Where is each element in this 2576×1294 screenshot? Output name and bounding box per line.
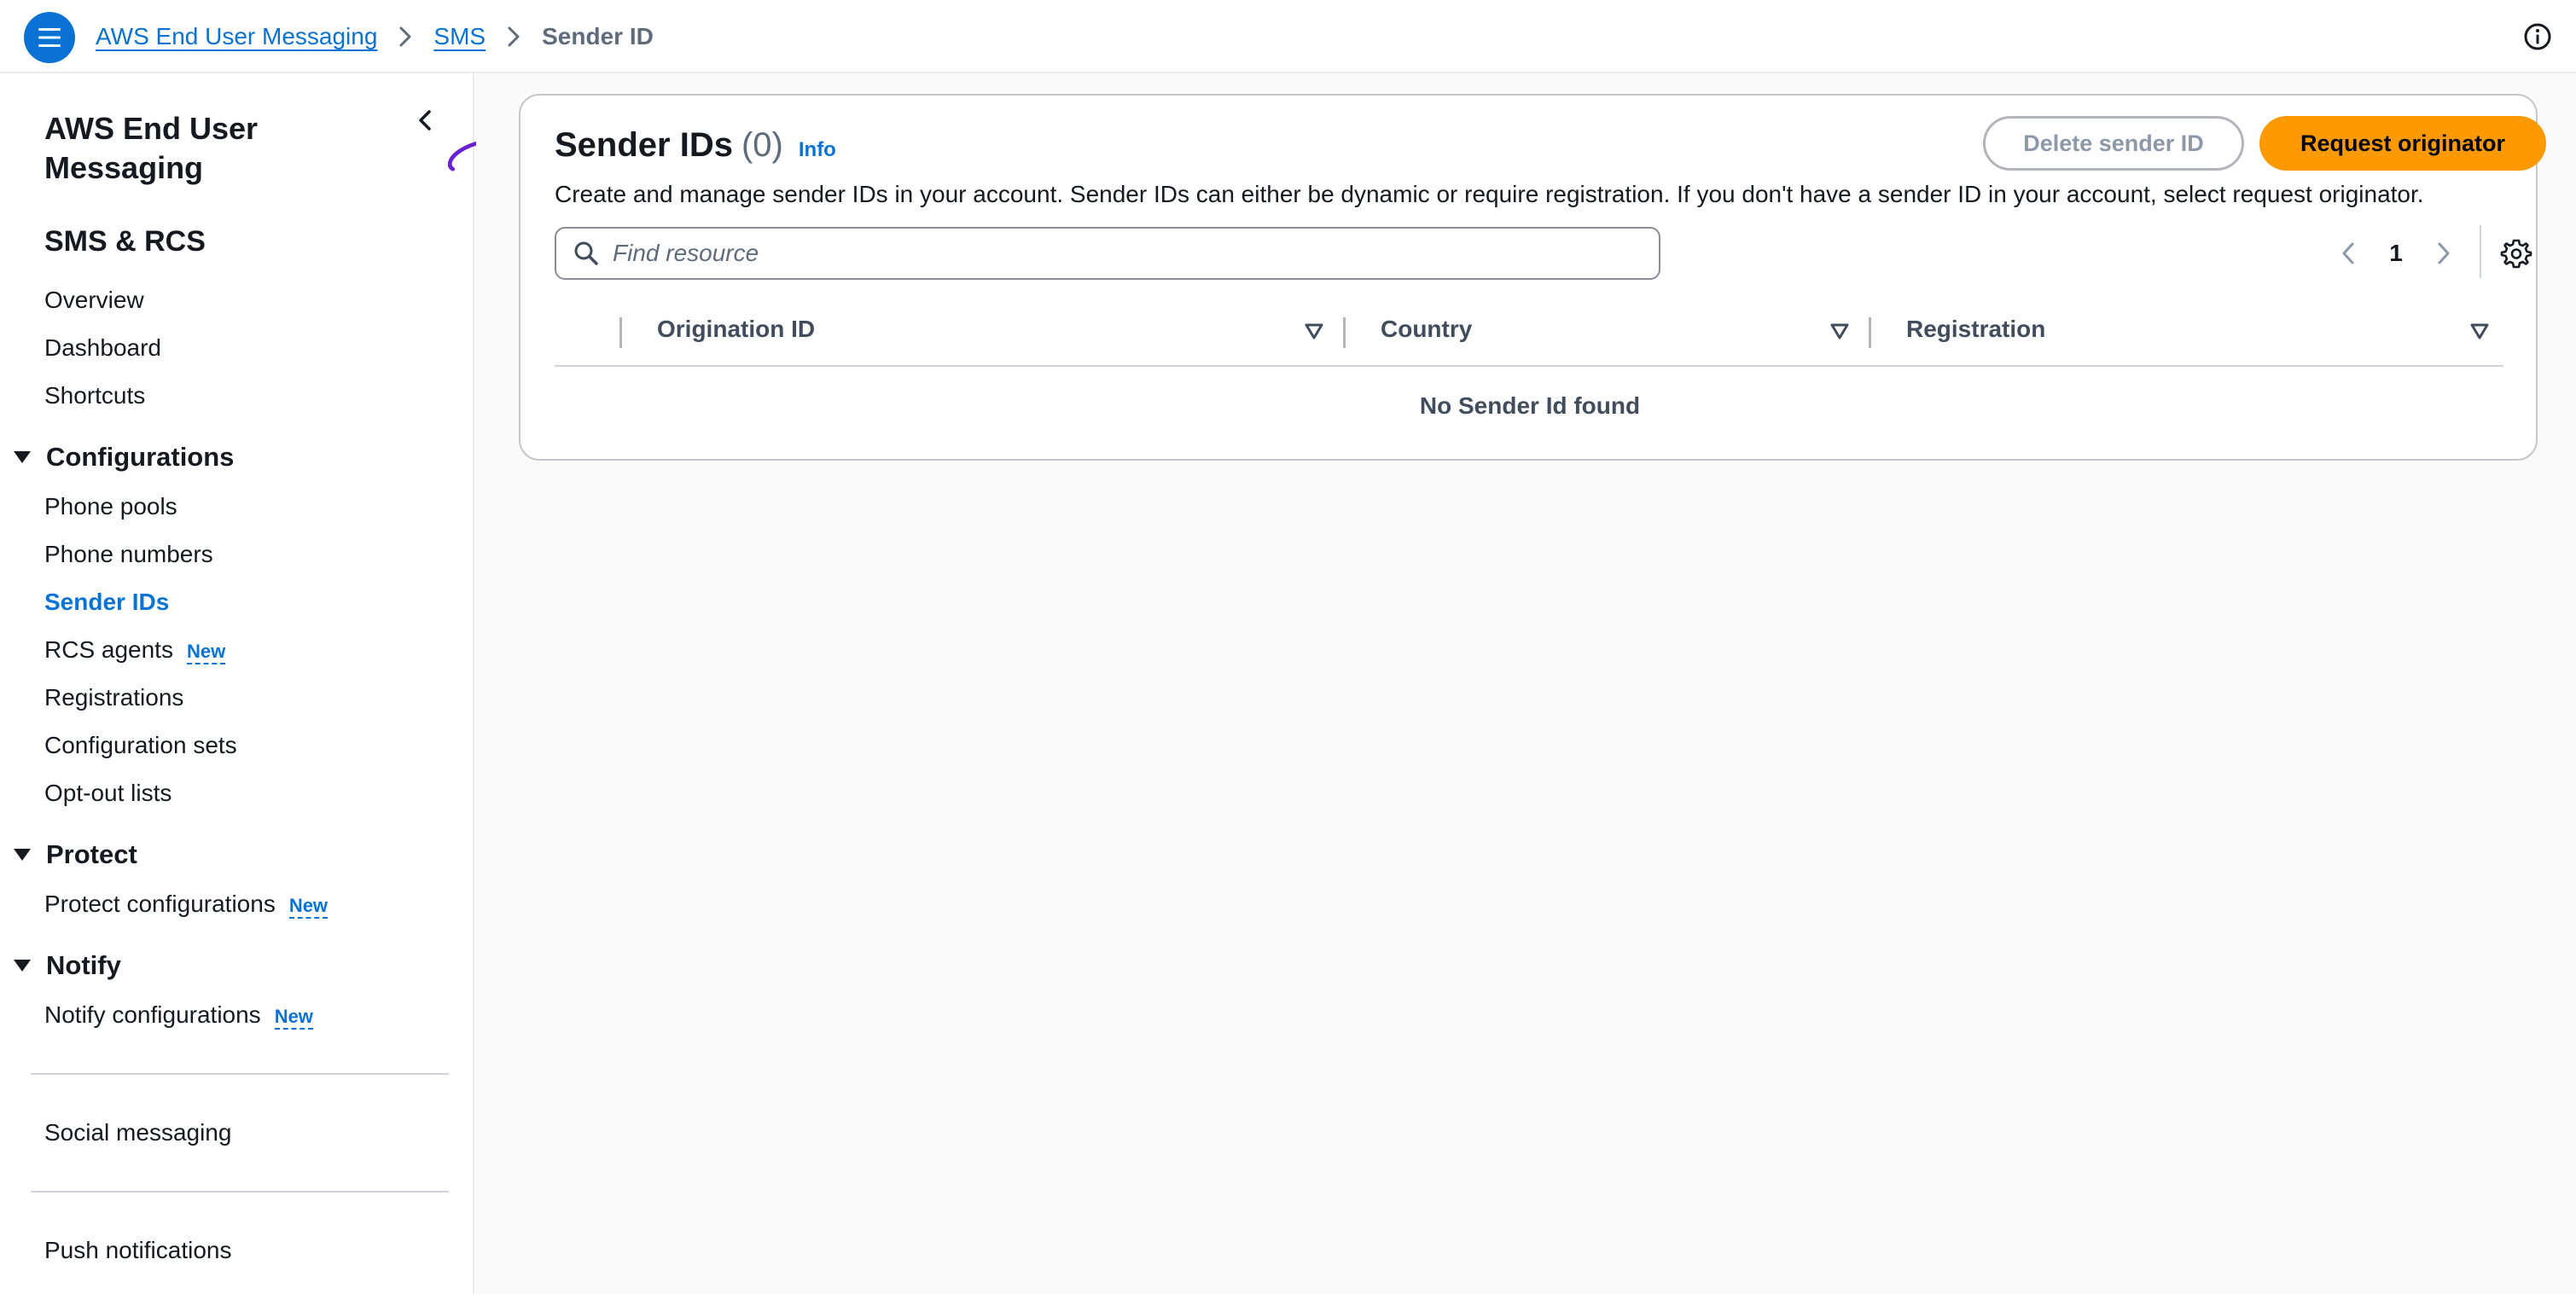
empty-state-message: No Sender Id found <box>1419 392 1641 419</box>
search-icon <box>574 241 598 265</box>
table-count: (0) <box>741 126 783 164</box>
delete-sender-id-button[interactable]: Delete sender ID <box>1983 116 2244 171</box>
toolbar-divider <box>2480 225 2481 278</box>
sidebar-item-sender-ids[interactable]: Sender IDs <box>44 589 169 616</box>
column-divider <box>1869 317 1871 348</box>
sort-icon[interactable] <box>1304 321 1324 341</box>
column-header-registration[interactable]: Registration <box>1906 316 2045 343</box>
column-header-origination-id[interactable]: Origination ID <box>657 316 815 343</box>
caret-down-icon <box>14 960 31 972</box>
sidebar-group-notify[interactable]: Notify <box>14 950 121 981</box>
table-title: Sender IDs <box>555 126 733 164</box>
sidebar-item-notify-configurations[interactable]: Notify configurations New <box>44 1001 313 1030</box>
sidebar-divider <box>31 1191 449 1192</box>
sidebar-item-phone-numbers[interactable]: Phone numbers <box>44 541 213 568</box>
sidebar-item-shortcuts[interactable]: Shortcuts <box>44 382 145 409</box>
sidebar-item-phone-pools[interactable]: Phone pools <box>44 493 177 520</box>
sidebar-item-rcs-agents[interactable]: RCS agents New <box>44 636 226 664</box>
next-page-button[interactable] <box>2427 236 2461 270</box>
request-originator-button[interactable]: Request originator <box>2259 116 2546 171</box>
sidebar-item-social-messaging[interactable]: Social messaging <box>44 1119 231 1146</box>
sidebar-item-label: Protect configurations <box>44 891 276 917</box>
table-description: Create and manage sender IDs in your acc… <box>555 181 2424 207</box>
previous-page-button[interactable] <box>2331 236 2365 270</box>
sidebar-item-overview[interactable]: Overview <box>44 287 144 314</box>
sidebar-item-registrations[interactable]: Registrations <box>44 684 183 711</box>
sidebar-item-configuration-sets[interactable]: Configuration sets <box>44 732 237 759</box>
chevron-right-icon <box>486 20 542 54</box>
table-header: Origination ID Country Registration <box>555 307 2503 367</box>
sidebar-item-dashboard[interactable]: Dashboard <box>44 334 161 362</box>
sidebar-item-protect-configurations[interactable]: Protect configurations New <box>44 891 329 919</box>
new-badge[interactable]: New <box>288 895 329 919</box>
current-page-number[interactable]: 1 <box>2365 240 2427 267</box>
sidebar-group-protect[interactable]: Protect <box>14 839 137 870</box>
sidebar-group-label: Configurations <box>46 442 235 472</box>
breadcrumb-link-sms[interactable]: SMS <box>433 23 486 50</box>
column-divider <box>1343 317 1346 348</box>
sidebar-item-push-notifications[interactable]: Push notifications <box>44 1237 231 1264</box>
menu-button[interactable] <box>24 12 75 63</box>
sidebar-title: AWS End User Messaging <box>44 111 259 185</box>
sort-icon[interactable] <box>1829 321 1850 341</box>
page-title: Sender IDs (0) Info <box>555 126 836 165</box>
chevron-right-icon <box>377 20 433 54</box>
hamburger-icon <box>38 28 61 47</box>
sidebar-item-label: Notify configurations <box>44 1001 261 1028</box>
new-badge[interactable]: New <box>186 641 226 664</box>
sidebar-divider <box>31 1073 449 1075</box>
search-input[interactable] <box>613 240 1619 267</box>
column-divider <box>619 317 622 348</box>
pagination: 1 <box>2331 232 2461 275</box>
sidebar-group-configurations[interactable]: Configurations <box>14 442 234 473</box>
chevron-left-icon <box>2342 242 2354 264</box>
sender-ids-table-container: Sender IDs (0) Info Delete sender ID Req… <box>519 94 2546 461</box>
table-preferences-button[interactable] <box>2500 237 2532 270</box>
main-content: Sender IDs (0) Info Delete sender ID Req… <box>476 73 2576 1294</box>
column-header-country[interactable]: Country <box>1381 316 1472 343</box>
caret-down-icon <box>14 849 31 861</box>
sidebar-item-opt-out-lists[interactable]: Opt-out lists <box>44 780 172 807</box>
info-link[interactable]: Info <box>799 138 836 162</box>
top-navigation-bar: AWS End User Messaging SMS Sender ID <box>0 0 2576 73</box>
sidebar-group-label: Protect <box>46 839 137 869</box>
side-navigation: AWS End User Messaging SMS & RCS Overvie… <box>0 73 474 1294</box>
info-icon[interactable] <box>2523 22 2552 51</box>
breadcrumb-link-end-user-messaging[interactable]: AWS End User Messaging <box>96 23 377 50</box>
breadcrumb-current: Sender ID <box>542 23 654 49</box>
caret-down-icon <box>14 451 31 463</box>
sidebar-group-label: Notify <box>46 950 121 980</box>
sort-icon[interactable] <box>2469 321 2490 341</box>
chevron-right-icon <box>2438 242 2450 264</box>
new-badge[interactable]: New <box>274 1006 313 1030</box>
breadcrumb: AWS End User Messaging SMS Sender ID <box>96 0 654 73</box>
search-field[interactable] <box>555 227 1660 280</box>
gear-icon <box>2500 239 2532 269</box>
sidebar-item-label: RCS agents <box>44 636 173 663</box>
sidebar-section-sms-rcs: SMS & RCS <box>44 225 206 258</box>
